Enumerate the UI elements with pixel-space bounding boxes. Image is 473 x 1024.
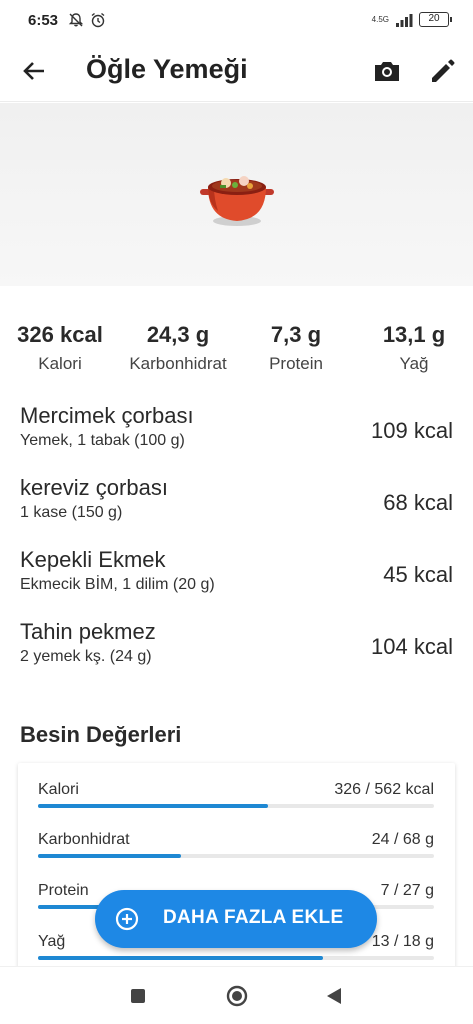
- battery-level: 20: [428, 13, 440, 24]
- nutrition-label: Yağ: [38, 933, 66, 950]
- food-description: Yemek, 1 tabak (100 g): [20, 432, 185, 449]
- food-description: 1 kase (150 g): [20, 504, 123, 521]
- macro-label: Protein: [269, 354, 323, 373]
- food-name: Tahin pekmez: [20, 619, 156, 644]
- progress-fill: [38, 854, 181, 858]
- add-more-label: DAHA FAZLA EKLE: [163, 907, 344, 928]
- macro-calories: 326 kcal Kalori: [0, 322, 120, 374]
- progress-fill: [38, 956, 324, 960]
- back-button[interactable]: [20, 56, 50, 86]
- pencil-icon: [432, 59, 455, 82]
- list-item[interactable]: Kepekli Ekmek Ekmecik BİM, 1 dilim (20 g…: [0, 544, 473, 608]
- nutrition-value: 7 / 27 g: [380, 882, 434, 899]
- signal-icon: [396, 13, 413, 27]
- nutrition-value: 24 / 68 g: [371, 831, 434, 848]
- nutrition-value: 326 / 562 kcal: [334, 781, 434, 798]
- camera-button[interactable]: [372, 56, 402, 86]
- progress-track: [38, 854, 434, 858]
- list-item[interactable]: Mercimek çorbası Yemek, 1 tabak (100 g) …: [0, 400, 473, 464]
- nutrition-label: Protein: [38, 882, 89, 899]
- macro-protein: 7,3 g Protein: [236, 322, 356, 374]
- edit-button[interactable]: [428, 56, 458, 86]
- nutrition-value: 13 / 18 g: [371, 933, 434, 950]
- home-button[interactable]: [226, 985, 248, 1007]
- food-name: Mercimek çorbası: [20, 403, 194, 428]
- page-title: Öğle Yemeği: [86, 54, 248, 84]
- battery-icon: 20: [419, 12, 452, 27]
- plus-circle-icon: [115, 907, 139, 931]
- add-more-button[interactable]: DAHA FAZLA EKLE: [95, 890, 377, 948]
- bell-off-icon: [68, 13, 84, 27]
- status-icons-right: 4.5G 20: [371, 12, 452, 27]
- list-item[interactable]: kereviz çorbası 1 kase (150 g) 68 kcal: [0, 472, 473, 536]
- arrow-left-icon: [23, 62, 44, 80]
- system-back-button[interactable]: [325, 987, 343, 1005]
- progress-track: [38, 956, 434, 960]
- food-calories: 109 kcal: [371, 418, 453, 443]
- food-description: 2 yemek kş. (24 g): [20, 648, 152, 665]
- nutrition-label: Karbonhidrat: [38, 831, 130, 848]
- nutrition-row-carbs: Karbonhidrat 24 / 68 g: [38, 831, 434, 871]
- camera-icon: [375, 62, 399, 81]
- status-icons-left: [68, 12, 106, 28]
- section-title: Besin Değerleri: [20, 722, 182, 747]
- meal-image: [0, 103, 473, 286]
- pot-of-food-icon: [200, 176, 274, 226]
- macro-label: Yağ: [399, 354, 429, 373]
- macro-value: 7,3 g: [270, 322, 322, 347]
- recents-button[interactable]: [131, 989, 145, 1003]
- macro-value: 24,3 g: [146, 322, 210, 347]
- macro-summary: 326 kcal Kalori 24,3 g Karbonhidrat 7,3 …: [0, 322, 473, 378]
- status-time: 6:53: [28, 12, 59, 29]
- macro-label: Kalori: [38, 354, 82, 373]
- food-description: Ekmecik BİM, 1 dilim (20 g): [20, 576, 215, 593]
- progress-track: [38, 804, 434, 808]
- macro-label: Karbonhidrat: [129, 354, 227, 373]
- macro-value: 326 kcal: [17, 322, 103, 347]
- network-type: 4.5G: [371, 14, 389, 24]
- status-bar: 6:53 4.5G 20: [0, 0, 473, 40]
- macro-carbs: 24,3 g Karbonhidrat: [118, 322, 238, 374]
- food-calories: 45 kcal: [383, 562, 453, 587]
- alarm-icon: [91, 12, 105, 28]
- list-item[interactable]: Tahin pekmez 2 yemek kş. (24 g) 104 kcal: [0, 616, 473, 680]
- macro-value: 13,1 g: [382, 322, 446, 347]
- progress-fill: [38, 804, 268, 808]
- food-name: kereviz çorbası: [20, 475, 168, 500]
- nutrition-label: Kalori: [38, 781, 79, 798]
- food-calories: 68 kcal: [383, 490, 453, 515]
- nutrition-row-calories: Kalori 326 / 562 kcal: [38, 781, 434, 821]
- food-calories: 104 kcal: [371, 634, 453, 659]
- app-bar: Öğle Yemeği: [0, 40, 473, 102]
- system-nav-bar: [0, 966, 473, 1024]
- macro-fat: 13,1 g Yağ: [354, 322, 473, 374]
- food-name: Kepekli Ekmek: [20, 547, 166, 572]
